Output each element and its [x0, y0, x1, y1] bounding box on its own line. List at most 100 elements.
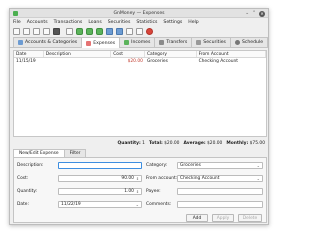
delete-button[interactable]: Delete [238, 214, 262, 222]
column-category[interactable]: Category [145, 51, 197, 57]
window-title: GnMoney — Expenses [113, 10, 165, 16]
cost-label: Cost: [17, 176, 29, 181]
cost-value: 90.00 [121, 176, 134, 181]
quantity-input[interactable]: 1.00 ⇕ [58, 188, 142, 195]
from-account-value: Checking Account [180, 176, 220, 181]
securities-icon [196, 40, 202, 45]
total-summary-label: Total: [148, 141, 163, 146]
save-icon[interactable] [33, 28, 40, 35]
transfers-icon [159, 40, 165, 45]
monthly-summary-value: $75.00 [249, 141, 265, 146]
expense-form: Description: Cost: 90.00 ⇕ Quantity: 1.0… [13, 157, 267, 223]
column-cost[interactable]: Cost [111, 51, 145, 57]
description-input[interactable] [58, 162, 142, 169]
tab-filter[interactable]: Filter [63, 149, 87, 157]
menu-bar: File Accounts Transactions Loans Securit… [10, 18, 268, 26]
tab-securities[interactable]: Securities [191, 37, 231, 47]
tab-new-edit-expense[interactable]: New/Edit Expense [13, 149, 65, 157]
editor-tabs: New/Edit Expense Filter [13, 149, 87, 157]
close-icon[interactable]: ✕ [259, 10, 265, 17]
expenses-icon [86, 40, 92, 46]
add-button[interactable]: Add [186, 214, 208, 222]
add-account-icon[interactable] [66, 28, 73, 35]
minimize-icon[interactable]: ⌄ [245, 11, 249, 17]
row-date: 11/15/19 [16, 59, 36, 64]
new-file-icon[interactable] [13, 28, 20, 35]
tab-label: Securities [203, 40, 226, 45]
chevron-down-icon[interactable]: ⌄ [257, 176, 260, 181]
chevron-down-icon[interactable]: ⌄ [136, 202, 139, 207]
payee-label: Payee: [146, 189, 161, 194]
schedule-icon[interactable] [116, 28, 123, 35]
tab-label: Incomes [131, 40, 151, 45]
quantity-summary-label: Quantity: [117, 141, 141, 146]
menu-help[interactable]: Help [188, 20, 198, 25]
description-label: Description: [17, 163, 44, 168]
open-file-icon[interactable] [23, 28, 30, 35]
comments-input[interactable] [177, 201, 263, 208]
incomes-icon [124, 40, 130, 45]
save-as-icon[interactable] [43, 28, 50, 35]
table-row[interactable]: 11/15/19 $20.00 Groceries Checking Accou… [14, 58, 266, 65]
quantity-label: Quantity: [17, 189, 38, 194]
quantity-summary-value: 1 [142, 141, 145, 146]
column-date[interactable]: Date [14, 51, 44, 57]
tab-transfers[interactable]: Transfers [154, 37, 193, 47]
quantity-value: 1.00 [124, 189, 134, 194]
category-value: Groceries [180, 163, 201, 168]
menu-securities[interactable]: Securities [108, 20, 131, 25]
tab-label: Accounts & Categories [25, 40, 78, 45]
menu-statistics[interactable]: Statistics [136, 20, 157, 25]
expenses-table: Date Description Cost Category From Acco… [13, 50, 267, 137]
chart-icon[interactable] [136, 28, 143, 35]
monthly-summary-label: Monthly: [226, 141, 249, 146]
quit-icon[interactable] [146, 28, 153, 35]
row-category: Groceries [146, 59, 168, 64]
column-description[interactable]: Description [44, 51, 112, 57]
menu-file[interactable]: File [13, 20, 21, 25]
new-transfer-icon[interactable] [96, 28, 103, 35]
main-tabs: Accounts & Categories Expenses Incomes T… [10, 37, 268, 48]
cost-input[interactable]: 90.00 ⇕ [58, 175, 142, 182]
toolbar [10, 26, 268, 37]
category-select[interactable]: Groceries ⌄ [177, 162, 263, 169]
tab-label: Transfers [166, 40, 188, 45]
report-icon[interactable] [126, 28, 133, 35]
summary-bar: Quantity: 1 Total: $20.00 Average: $20.0… [13, 140, 267, 147]
menu-settings[interactable]: Settings [163, 20, 182, 25]
average-summary-value: $20.00 [206, 141, 223, 146]
apply-button[interactable]: Apply [212, 214, 234, 222]
schedule-clock-icon [234, 40, 240, 45]
payee-input[interactable] [177, 188, 263, 195]
accounts-icon [18, 40, 23, 45]
menu-transactions[interactable]: Transactions [54, 20, 83, 25]
tab-label: Schedule [241, 40, 264, 45]
maximize-icon[interactable]: ⌃ [252, 11, 256, 17]
category-label: Category: [146, 163, 168, 168]
menu-accounts[interactable]: Accounts [27, 20, 48, 25]
new-expense-icon[interactable] [76, 28, 83, 35]
date-value: 11/22/19 [61, 202, 81, 207]
settings-icon[interactable] [53, 28, 60, 35]
row-cost: $20.00 [127, 59, 143, 64]
table-header: Date Description Cost Category From Acco… [14, 51, 266, 58]
chevron-down-icon[interactable]: ⌄ [257, 163, 260, 168]
from-account-select[interactable]: Checking Account ⌄ [177, 175, 263, 182]
total-summary-value: $20.00 [164, 141, 180, 146]
date-label: Date: [17, 202, 29, 207]
new-income-icon[interactable] [86, 28, 93, 35]
column-from-account[interactable]: From Account [197, 51, 266, 57]
cost-stepper-icon[interactable]: ⇕ [136, 177, 139, 181]
tab-incomes[interactable]: Incomes [119, 37, 156, 47]
quantity-stepper-icon[interactable]: ⇕ [136, 190, 139, 194]
tab-schedule[interactable]: Schedule [229, 37, 268, 47]
average-summary-label: Average: [183, 141, 206, 146]
security-icon[interactable] [106, 28, 113, 35]
comments-label: Comments: [146, 202, 172, 207]
row-description [44, 58, 111, 65]
tab-expenses[interactable]: Expenses [81, 37, 121, 48]
app-logo-icon [13, 11, 18, 16]
menu-loans[interactable]: Loans [88, 20, 101, 25]
tab-accounts-categories[interactable]: Accounts & Categories [13, 37, 83, 47]
date-input[interactable]: 11/22/19 ⌄ [58, 201, 142, 208]
